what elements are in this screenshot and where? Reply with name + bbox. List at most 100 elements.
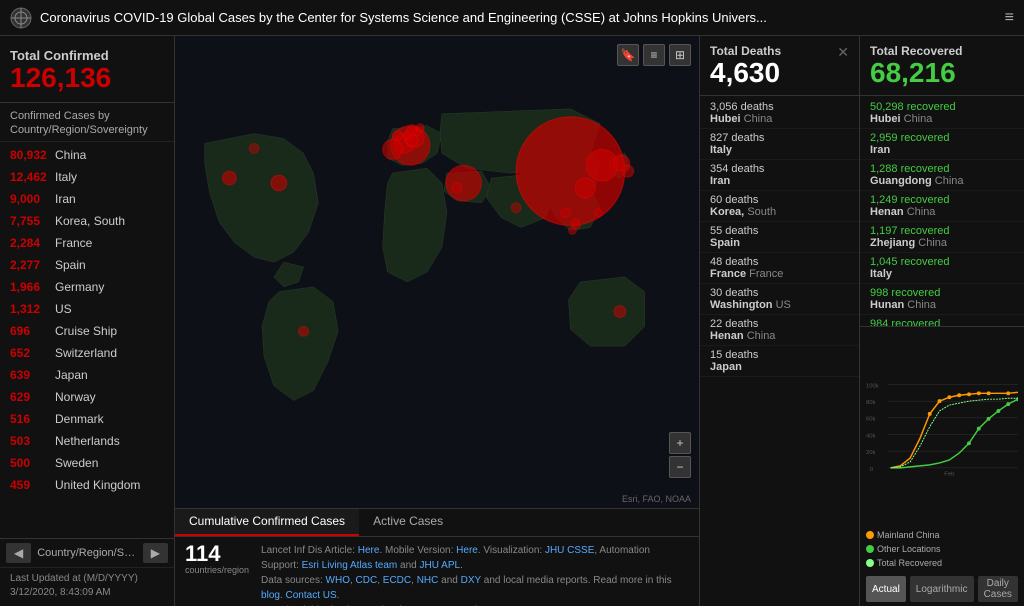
daily-cases-button[interactable]: Daily Cases [978,576,1019,602]
death-list-item: 827 deathsItaly [700,129,859,160]
recovered-list-item: 1,288 recoveredGuangdong China [860,160,1024,191]
country-list-item[interactable]: 696Cruise Ship [0,320,174,342]
country-list-item[interactable]: 7,755Korea, South [0,210,174,232]
death-location: Hubei China [710,113,849,125]
mainland-china-dot [866,531,874,539]
deaths-value: 4,630 [710,58,849,89]
grid-button[interactable]: ⊞ [669,44,691,66]
recovered-list: 50,298 recoveredHubei China2,959 recover… [860,96,1024,326]
death-region: Hubei [710,113,741,125]
lancet-link[interactable]: Here [358,545,380,556]
legend-total-recovered: Total Recovered [866,558,942,568]
esri-link[interactable]: Esri Living Atlas team [302,560,398,571]
trend-chart: 100k 80k 60k 40k 20k 0 Feb [866,331,1018,526]
ecdc-link[interactable]: ECDC [383,575,411,586]
country-list-item[interactable]: 1,312US [0,298,174,320]
actual-button[interactable]: Actual [866,576,906,602]
country-name-label: Italy [55,168,77,186]
death-list-item: 22 deathsHenan China [700,315,859,346]
country-count-value: 629 [10,388,55,406]
mobile-link[interactable]: Here [456,545,478,556]
total-confirmed-label: Total Confirmed [10,48,164,63]
country-list-item[interactable]: 652Switzerland [0,342,174,364]
world-map [175,36,699,508]
country-list-item[interactable]: 2,277Spain [0,254,174,276]
contact-link[interactable]: Contact US [286,590,337,601]
map-area[interactable]: 🔖 ≡ ⊞ + − Esri, FAO, NOAA [175,36,699,508]
death-count: 60 deaths [710,194,849,206]
menu-icon[interactable]: ≡ [1005,9,1014,27]
other-locations-dot [866,545,874,553]
country-list-item[interactable]: 639Japan [0,364,174,386]
app-title: Coronavirus COVID-19 Global Cases by the… [40,10,997,25]
cdc-link[interactable]: CDC [356,575,378,586]
legend-mainland-china: Mainland China [866,530,940,540]
deaths-section: ✕ Total Deaths 4,630 [700,36,859,96]
deaths-label: Total Deaths [710,44,849,58]
list-button[interactable]: ≡ [643,44,665,66]
zoom-in-button[interactable]: + [669,432,691,454]
logarithmic-button[interactable]: Logarithmic [910,576,974,602]
jhu-csse-link[interactable]: JHU CSSE [545,545,594,556]
country-list-item[interactable]: 9,000Iran [0,188,174,210]
country-count-value: 696 [10,322,55,340]
death-count: 827 deaths [710,132,849,144]
recovered-count: 984 recovered [870,318,1014,326]
death-count: 55 deaths [710,225,849,237]
country-name-label: Iran [55,190,76,208]
total-confirmed-value: 126,136 [10,63,164,94]
recovered-list-item: 50,298 recoveredHubei China [860,98,1024,129]
country-name-label: Denmark [55,410,104,428]
death-list-item: 3,056 deathsHubei China [700,98,859,129]
death-list-item: 55 deathsSpain [700,222,859,253]
recovered-region: Henan [870,206,904,218]
recovered-list-item: 984 recoveredAnhui China [860,315,1024,326]
country-list: 80,932China12,462Italy9,000Iran7,755Kore… [0,142,174,538]
recovered-list-item: 2,959 recoveredIran [860,129,1024,160]
country-list-item[interactable]: 516Denmark [0,408,174,430]
country-list-item[interactable]: 459United Kingdom [0,474,174,496]
recovered-country: China [904,113,933,125]
zoom-out-button[interactable]: − [669,456,691,478]
death-region: France [710,268,746,280]
total-recovered-label: Total Recovered [877,558,942,568]
country-list-item[interactable]: 12,462Italy [0,166,174,188]
recovered-location: Hunan China [870,299,1014,311]
country-name-label: Sweden [55,454,98,472]
svg-text:100k: 100k [866,383,879,389]
blog-link[interactable]: blog [261,590,280,601]
country-list-item[interactable]: 1,966Germany [0,276,174,298]
svg-text:80k: 80k [866,400,876,406]
map-toolbar: 🔖 ≡ ⊞ [617,44,691,66]
death-location: France France [710,268,849,280]
recovered-location: Hubei China [870,113,1014,125]
deaths-close-button[interactable]: ✕ [837,44,849,61]
death-country: US [776,299,791,311]
nav-prev-button[interactable]: ◀ [6,543,31,563]
nhc-link[interactable]: NHC [417,575,439,586]
country-list-item[interactable]: 629Norway [0,386,174,408]
recovered-country: China [907,206,936,218]
country-name-label: Switzerland [55,344,117,362]
chart-legend: Mainland China Other Locations Total Rec… [866,526,1018,572]
jhu-apl-link[interactable]: JHU APL [420,560,461,571]
recovered-country: China [918,237,947,249]
country-count-value: 80,932 [10,146,55,164]
dxy-link[interactable]: DXY [461,575,481,586]
recovered-country: China [935,175,964,187]
country-list-item[interactable]: 80,932China [0,144,174,166]
recovered-section: Total Recovered 68,216 [860,36,1024,96]
death-region: Japan [710,361,742,373]
who-link[interactable]: WHO [326,575,350,586]
bookmark-button[interactable]: 🔖 [617,44,639,66]
map-tab[interactable]: Active Cases [359,509,457,536]
nav-label: Country/Region/Sovere... [31,547,143,559]
country-list-item[interactable]: 2,284France [0,232,174,254]
map-tab[interactable]: Cumulative Confirmed Cases [175,509,359,536]
country-list-item[interactable]: 503Netherlands [0,430,174,452]
death-region: Washington [710,299,773,311]
death-count: 354 deaths [710,163,849,175]
country-list-item[interactable]: 500Sweden [0,452,174,474]
death-list-item: 354 deathsIran [700,160,859,191]
nav-next-button[interactable]: ▶ [143,543,168,563]
